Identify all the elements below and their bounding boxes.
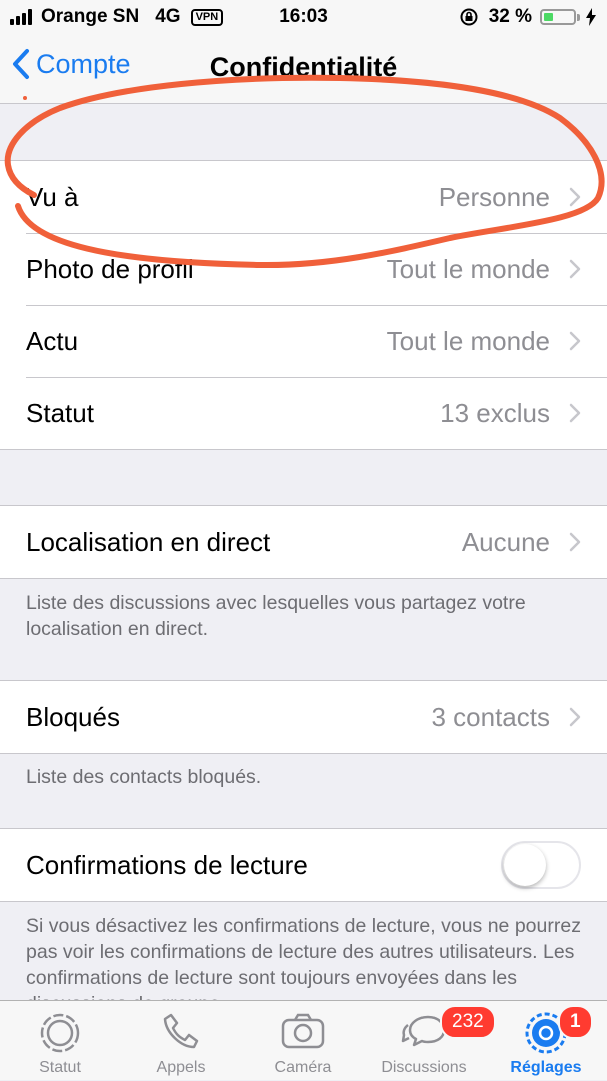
row-value: Aucune xyxy=(461,526,550,557)
chevron-right-icon xyxy=(569,259,581,279)
blocked-footer: Liste des contacts bloqués. xyxy=(26,766,262,788)
toggle-knob xyxy=(504,844,546,886)
tab-label: Statut xyxy=(39,1059,81,1076)
read-receipts-toggle[interactable] xyxy=(501,841,581,889)
phone-icon xyxy=(163,1013,199,1049)
chevron-right-icon xyxy=(569,403,581,423)
tab-status[interactable]: Statut xyxy=(0,1001,120,1081)
live-location-section: Localisation en direct Aucune xyxy=(0,505,607,579)
battery-icon xyxy=(540,9,576,25)
camera-icon xyxy=(281,1013,325,1049)
row-label: Localisation en direct xyxy=(26,526,271,557)
tab-label: Réglages xyxy=(510,1059,582,1076)
row-value: Tout le monde xyxy=(386,325,550,356)
status-bar: Orange SN 4G VPN 16:03 32 % xyxy=(0,0,607,34)
live-location-footer: Liste des discussions avec lesquelles vo… xyxy=(26,592,526,640)
page-title: Confidentialité xyxy=(209,52,398,82)
tab-label: Caméra xyxy=(274,1059,332,1076)
chevron-right-icon xyxy=(569,532,581,552)
orientation-lock-icon xyxy=(460,8,478,26)
row-label: Vu à xyxy=(26,181,79,212)
battery-fill xyxy=(544,13,553,21)
chevron-right-icon xyxy=(569,187,581,207)
row-value: 3 contacts xyxy=(431,701,550,732)
row-status[interactable]: Statut 13 exclus xyxy=(0,377,607,449)
row-label: Photo de profil xyxy=(26,253,194,284)
blocked-section: Bloqués 3 contacts xyxy=(0,680,607,754)
battery-percent: 32 % xyxy=(488,6,532,27)
row-value: Personne xyxy=(438,181,550,212)
tab-camera[interactable]: Caméra xyxy=(243,1001,363,1081)
row-profile-photo[interactable]: Photo de profil Tout le monde xyxy=(0,233,607,305)
battery-tip xyxy=(577,13,580,21)
row-last-seen[interactable]: Vu à Personne xyxy=(0,161,607,233)
charging-icon xyxy=(586,8,596,26)
row-label: Confirmations de lecture xyxy=(26,849,308,880)
read-receipts-section: Confirmations de lecture xyxy=(0,828,607,902)
row-value: 13 exclus xyxy=(440,397,550,428)
row-blocked[interactable]: Bloqués 3 contacts xyxy=(0,681,607,753)
navigation-bar: Compte Confidentialité xyxy=(0,34,607,104)
privacy-section: Vu à Personne Photo de profil Tout le mo… xyxy=(0,160,607,450)
settings-badge: 1 xyxy=(558,1005,593,1039)
row-label: Statut xyxy=(26,397,94,428)
unread-dot xyxy=(23,96,27,100)
read-receipts-footer: Si vous désactivez les confirmations de … xyxy=(26,915,581,1000)
tab-label: Appels xyxy=(156,1059,206,1076)
row-label: Bloqués xyxy=(26,701,120,732)
tab-settings[interactable]: Réglages 1 xyxy=(486,1001,606,1081)
row-read-receipts: Confirmations de lecture xyxy=(0,829,607,901)
row-live-location[interactable]: Localisation en direct Aucune xyxy=(0,506,607,578)
status-icon xyxy=(40,1013,80,1053)
tab-chats[interactable]: Discussions 232 xyxy=(364,1001,496,1081)
status-right: 32 % xyxy=(459,6,597,28)
tab-bar: Statut Appels Caméra Discussions 232 Rég… xyxy=(0,1000,607,1080)
tab-calls[interactable]: Appels xyxy=(121,1001,241,1081)
chevron-right-icon xyxy=(569,707,581,727)
row-label: Actu xyxy=(26,325,79,356)
row-about[interactable]: Actu Tout le monde xyxy=(0,305,607,377)
row-value: Tout le monde xyxy=(386,253,550,284)
chevron-right-icon xyxy=(569,331,581,351)
tab-label: Discussions xyxy=(381,1059,467,1076)
